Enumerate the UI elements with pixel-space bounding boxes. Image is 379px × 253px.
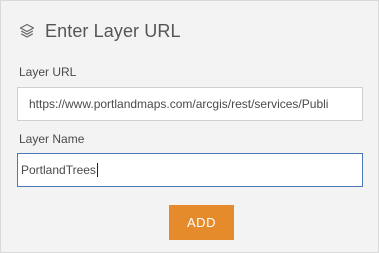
- add-layer-panel: Enter Layer URL Layer URL https://www.po…: [0, 0, 379, 253]
- panel-header: Enter Layer URL: [18, 18, 181, 44]
- layer-url-label: Layer URL: [19, 65, 77, 79]
- text-caret: [96, 163, 98, 177]
- add-button[interactable]: ADD: [169, 205, 234, 240]
- dialog-title: Enter Layer URL: [45, 20, 181, 41]
- layer-url-value: https://www.portlandmaps.com/arcgis/rest…: [29, 97, 329, 111]
- layer-url-input[interactable]: https://www.portlandmaps.com/arcgis/rest…: [17, 87, 363, 121]
- layer-name-value: PortlandTrees: [21, 163, 96, 177]
- layers-icon: [18, 22, 36, 40]
- layer-name-label: Layer Name: [19, 132, 85, 146]
- layer-name-input[interactable]: PortlandTrees: [17, 153, 363, 187]
